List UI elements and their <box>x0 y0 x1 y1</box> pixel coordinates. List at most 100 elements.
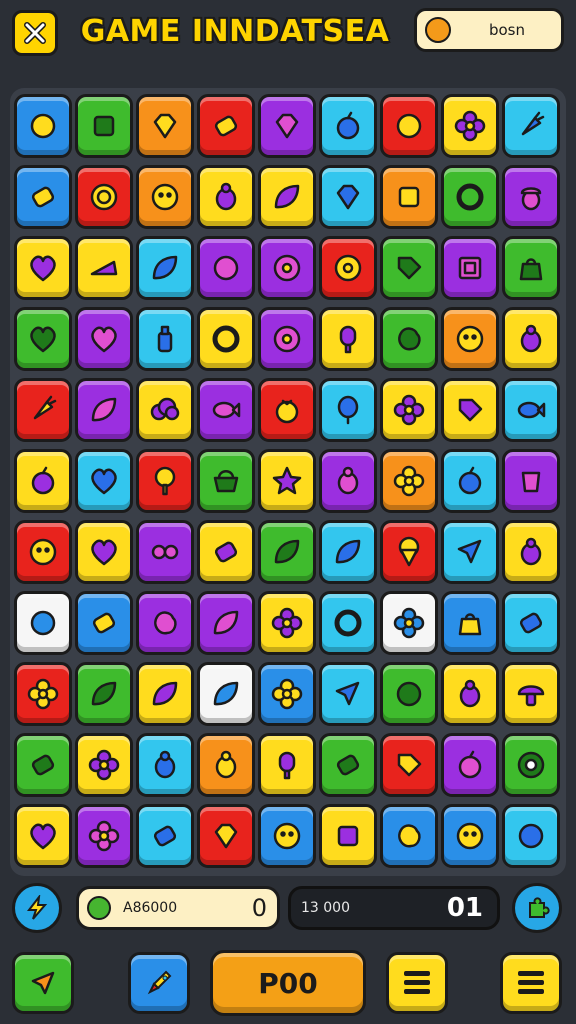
tile-r6-c4[interactable] <box>197 449 255 513</box>
tile-r11-c9[interactable] <box>502 804 560 868</box>
tile-r4-c5[interactable] <box>258 307 316 371</box>
tile-r5-c3[interactable] <box>136 378 194 442</box>
tile-r3-c6[interactable] <box>319 236 377 300</box>
tile-r8-c8[interactable] <box>441 591 499 655</box>
tile-r9-c4[interactable] <box>197 662 255 726</box>
tile-r8-c2[interactable] <box>75 591 133 655</box>
tile-r11-c2[interactable] <box>75 804 133 868</box>
tile-r11-c8[interactable] <box>441 804 499 868</box>
tile-r2-c5[interactable] <box>258 165 316 229</box>
tile-r6-c9[interactable] <box>502 449 560 513</box>
tile-r2-c8[interactable] <box>441 165 499 229</box>
tile-r4-c8[interactable] <box>441 307 499 371</box>
tile-r10-c9[interactable] <box>502 733 560 797</box>
tile-r9-c7[interactable] <box>380 662 438 726</box>
tile-r2-c6[interactable] <box>319 165 377 229</box>
tile-r10-c2[interactable] <box>75 733 133 797</box>
tile-r10-c1[interactable] <box>14 733 72 797</box>
tile-r3-c9[interactable] <box>502 236 560 300</box>
tile-r1-c9[interactable] <box>502 94 560 158</box>
rocket-button[interactable] <box>128 952 190 1014</box>
menu-button-1[interactable] <box>386 952 448 1014</box>
tile-r1-c1[interactable] <box>14 94 72 158</box>
tile-r3-c8[interactable] <box>441 236 499 300</box>
tile-r8-c4[interactable] <box>197 591 255 655</box>
tile-r4-c9[interactable] <box>502 307 560 371</box>
arrow-button[interactable] <box>12 952 74 1014</box>
tile-r2-c2[interactable] <box>75 165 133 229</box>
tile-r6-c5[interactable] <box>258 449 316 513</box>
tile-r9-c8[interactable] <box>441 662 499 726</box>
tile-r1-c4[interactable] <box>197 94 255 158</box>
tile-r3-c7[interactable] <box>380 236 438 300</box>
tile-r11-c5[interactable] <box>258 804 316 868</box>
tile-r7-c5[interactable] <box>258 520 316 584</box>
tile-r2-c4[interactable] <box>197 165 255 229</box>
tile-r6-c3[interactable] <box>136 449 194 513</box>
tile-r11-c4[interactable] <box>197 804 255 868</box>
tile-r11-c3[interactable] <box>136 804 194 868</box>
close-button[interactable] <box>12 10 58 56</box>
tile-r10-c8[interactable] <box>441 733 499 797</box>
tile-r7-c6[interactable] <box>319 520 377 584</box>
tile-r8-c1[interactable] <box>14 591 72 655</box>
tile-r7-c3[interactable] <box>136 520 194 584</box>
tile-r1-c5[interactable] <box>258 94 316 158</box>
tile-r5-c8[interactable] <box>441 378 499 442</box>
tile-r6-c1[interactable] <box>14 449 72 513</box>
tile-r9-c6[interactable] <box>319 662 377 726</box>
tile-r4-c3[interactable] <box>136 307 194 371</box>
tile-r4-c4[interactable] <box>197 307 255 371</box>
tile-r3-c2[interactable] <box>75 236 133 300</box>
tile-r1-c7[interactable] <box>380 94 438 158</box>
tile-r11-c1[interactable] <box>14 804 72 868</box>
tile-r7-c2[interactable] <box>75 520 133 584</box>
tile-r5-c7[interactable] <box>380 378 438 442</box>
tile-r3-c5[interactable] <box>258 236 316 300</box>
tile-r9-c1[interactable] <box>14 662 72 726</box>
tile-r5-c1[interactable] <box>14 378 72 442</box>
tile-r9-c9[interactable] <box>502 662 560 726</box>
tile-r3-c1[interactable] <box>14 236 72 300</box>
tile-r9-c5[interactable] <box>258 662 316 726</box>
tile-r8-c3[interactable] <box>136 591 194 655</box>
tile-r7-c4[interactable] <box>197 520 255 584</box>
tile-r5-c5[interactable] <box>258 378 316 442</box>
menu-button-2[interactable] <box>500 952 562 1014</box>
tile-r10-c5[interactable] <box>258 733 316 797</box>
tile-r4-c1[interactable] <box>14 307 72 371</box>
lightning-button[interactable] <box>12 883 62 933</box>
tile-r10-c4[interactable] <box>197 733 255 797</box>
tile-r7-c7[interactable] <box>380 520 438 584</box>
tile-r7-c1[interactable] <box>14 520 72 584</box>
tile-r3-c3[interactable] <box>136 236 194 300</box>
tile-r11-c7[interactable] <box>380 804 438 868</box>
tile-r3-c4[interactable] <box>197 236 255 300</box>
tile-r4-c7[interactable] <box>380 307 438 371</box>
tile-r2-c3[interactable] <box>136 165 194 229</box>
tile-r9-c3[interactable] <box>136 662 194 726</box>
tile-r6-c6[interactable] <box>319 449 377 513</box>
tile-r6-c8[interactable] <box>441 449 499 513</box>
tile-r10-c6[interactable] <box>319 733 377 797</box>
tile-r1-c3[interactable] <box>136 94 194 158</box>
tile-r5-c6[interactable] <box>319 378 377 442</box>
tile-r4-c6[interactable] <box>319 307 377 371</box>
tile-r7-c8[interactable] <box>441 520 499 584</box>
tile-r1-c6[interactable] <box>319 94 377 158</box>
tile-r8-c9[interactable] <box>502 591 560 655</box>
tile-r10-c3[interactable] <box>136 733 194 797</box>
tile-r8-c6[interactable] <box>319 591 377 655</box>
tile-r4-c2[interactable] <box>75 307 133 371</box>
play-button[interactable]: P00 <box>210 950 366 1016</box>
tile-r7-c9[interactable] <box>502 520 560 584</box>
coin-counter[interactable]: bosn <box>414 8 564 52</box>
tile-r2-c7[interactable] <box>380 165 438 229</box>
tile-r8-c5[interactable] <box>258 591 316 655</box>
puzzle-button[interactable] <box>512 883 562 933</box>
tile-r6-c7[interactable] <box>380 449 438 513</box>
tile-r6-c2[interactable] <box>75 449 133 513</box>
tile-r5-c4[interactable] <box>197 378 255 442</box>
tile-r1-c2[interactable] <box>75 94 133 158</box>
tile-r8-c7[interactable] <box>380 591 438 655</box>
